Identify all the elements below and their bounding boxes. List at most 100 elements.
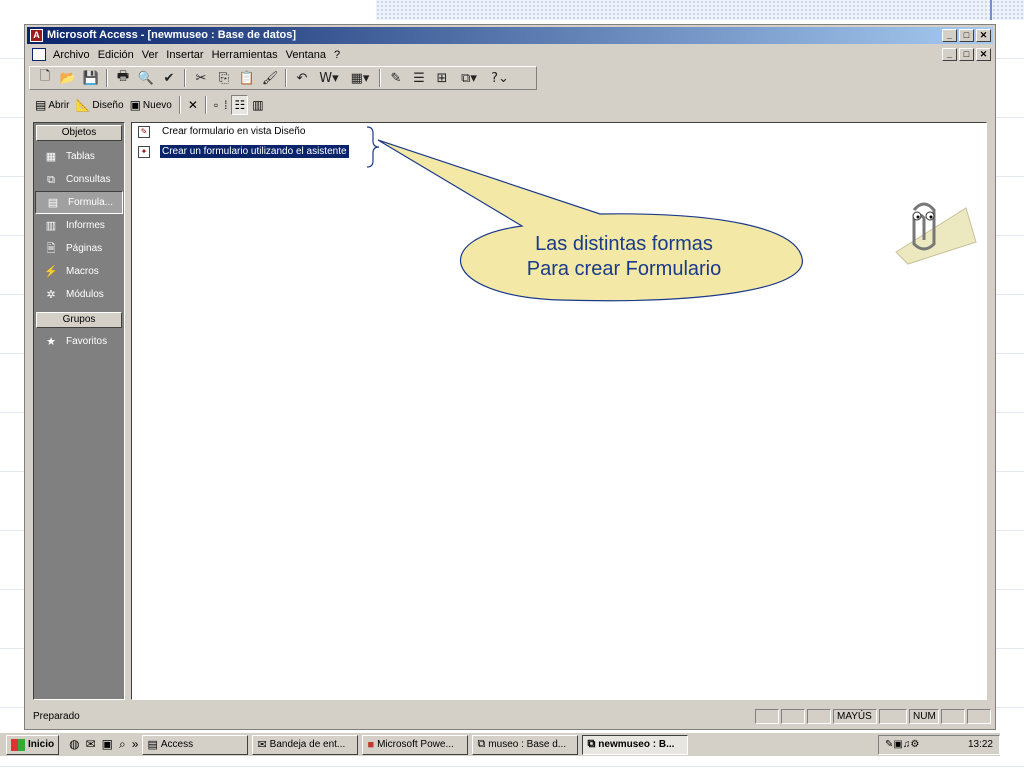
doc-restore-button[interactable]: □: [959, 48, 974, 61]
doc-close-button[interactable]: ✕: [976, 48, 991, 61]
window-title: Microsoft Access - [newmuseo : Base de d…: [47, 29, 296, 41]
analyze-icon[interactable]: ▦▾: [345, 68, 375, 88]
taskbar-button-label: newmuseo : B...: [598, 739, 675, 750]
design-button[interactable]: 📐 Diseño: [73, 95, 125, 115]
taskbar-button-access[interactable]: ▤ Access: [142, 734, 249, 755]
large-icons-button[interactable]: ▫: [212, 95, 220, 115]
database-icon: ⧉: [587, 738, 596, 750]
properties-icon[interactable]: ☰: [408, 68, 430, 88]
desktop-icon[interactable]: ▣: [102, 737, 113, 752]
object-item-label: Formula...: [68, 197, 114, 208]
query-icon: ⧉: [47, 173, 55, 186]
object-item-consultas[interactable]: ⧉ Consultas: [34, 168, 124, 191]
object-item-tablas[interactable]: ▦ Tablas: [34, 145, 124, 168]
menu-ver[interactable]: Ver: [138, 49, 163, 61]
menu-ventana[interactable]: Ventana: [282, 49, 330, 61]
groups-header-button[interactable]: Grupos: [36, 312, 122, 328]
status-panel: [941, 708, 965, 724]
office-links-icon[interactable]: W▾: [314, 68, 344, 88]
relationships-icon[interactable]: ⊞: [431, 68, 453, 88]
close-button[interactable]: ✕: [976, 29, 991, 42]
help-icon[interactable]: ?⌄: [485, 68, 515, 88]
taskbar-button-label: Bandeja de ent...: [269, 739, 346, 750]
object-item-informes[interactable]: ▥ Informes: [34, 214, 124, 237]
caption-buttons: _ □ ✕: [942, 29, 991, 42]
more-chevron-icon[interactable]: »: [132, 737, 139, 752]
save-icon[interactable]: 💾: [80, 68, 102, 88]
paste-icon[interactable]: 📋: [236, 68, 258, 88]
internet-explorer-icon[interactable]: ◍: [69, 737, 79, 752]
object-item-formularios[interactable]: ▤ Formula...: [35, 191, 123, 214]
start-button[interactable]: Inicio: [6, 734, 60, 755]
print-preview-icon[interactable]: 🔍: [135, 68, 157, 88]
callout-line-2: Para crear Formulario: [526, 258, 722, 280]
macro-icon: ⚡: [44, 265, 58, 278]
new-object-icon[interactable]: ⧉▾: [454, 68, 484, 88]
status-panel: [879, 708, 907, 724]
object-item-paginas[interactable]: 🗎 Páginas: [34, 237, 124, 260]
maximize-button[interactable]: □: [959, 29, 974, 42]
minimize-button[interactable]: _: [942, 29, 957, 42]
spelling-icon[interactable]: ✔: [158, 68, 180, 88]
menu-edicion[interactable]: Edición: [94, 49, 138, 61]
list-item-create-wizard[interactable]: ✦ Crear un formulario utilizando el asis…: [138, 144, 350, 159]
new-label: Nuevo: [142, 99, 172, 111]
report-icon: ▥: [45, 219, 57, 232]
design-label: Diseño: [92, 99, 124, 111]
undo-icon[interactable]: ↶: [291, 68, 313, 88]
copy-icon[interactable]: ⎘: [213, 68, 235, 88]
open-button[interactable]: ▤ Abrir: [33, 95, 71, 115]
database-window-icon[interactable]: [32, 48, 46, 61]
object-item-label: Tablas: [66, 151, 95, 162]
powerpoint-icon: ■: [367, 738, 375, 751]
menu-archivo[interactable]: Archivo: [49, 49, 94, 61]
new-object-button-icon: ▣: [129, 98, 141, 112]
taskbar-button-inbox[interactable]: ✉ Bandeja de ent...: [252, 734, 359, 755]
outlook-icon[interactable]: ✉: [86, 737, 96, 752]
code-icon[interactable]: ✎: [385, 68, 407, 88]
database-icon: ⧉: [477, 738, 486, 750]
new-button[interactable]: ▣ Nuevo: [128, 95, 174, 115]
open-folder-icon[interactable]: 📂: [57, 68, 79, 88]
list-item-create-design[interactable]: ✎ Crear formulario en vista Diseño: [138, 125, 307, 138]
menu-insertar[interactable]: Insertar: [162, 49, 207, 61]
list-item-label: Crear un formulario utilizando el asiste…: [159, 144, 350, 159]
taskbar-button-label: Microsoft Powe...: [377, 739, 454, 750]
delete-icon: ✕: [187, 98, 198, 112]
print-icon[interactable]: 🖶: [112, 68, 134, 88]
page-icon: 🗎: [46, 242, 56, 255]
group-item-favoritos[interactable]: ★ Favoritos: [34, 330, 124, 353]
doc-minimize-button[interactable]: _: [942, 48, 957, 61]
access-app-icon[interactable]: A: [30, 29, 43, 42]
slide-header-band: [376, 0, 1024, 20]
menu-help[interactable]: ?: [330, 49, 344, 61]
object-list: ✎ Crear formulario en vista Diseño ✦ Cre…: [131, 122, 987, 700]
details-view-button[interactable]: ▥: [250, 95, 265, 115]
search-icon[interactable]: ⌕: [119, 737, 126, 752]
new-file-icon[interactable]: 🗋: [34, 68, 56, 88]
list-view-button[interactable]: ☷: [231, 95, 249, 115]
taskbar-button-newmuseo[interactable]: ⧉ newmuseo : B...: [582, 734, 689, 755]
title-bar[interactable]: A Microsoft Access - [newmuseo : Base de…: [27, 27, 993, 44]
object-item-modulos[interactable]: ✲ Módulos: [34, 283, 124, 306]
object-item-label: Módulos: [66, 289, 104, 300]
group-item-label: Favoritos: [66, 336, 108, 347]
object-item-macros[interactable]: ⚡ Macros: [34, 260, 124, 283]
taskbar-button-museo[interactable]: ⧉ museo : Base d...: [472, 734, 579, 755]
delete-button[interactable]: ✕: [186, 95, 200, 115]
slide-accent-line: [990, 0, 992, 20]
format-painter-icon[interactable]: 🖌: [259, 68, 281, 88]
small-icons-button[interactable]: ⁞: [222, 95, 229, 115]
menu-herramientas[interactable]: Herramientas: [208, 49, 282, 61]
objects-header-button[interactable]: Objetos: [36, 125, 122, 141]
system-tray: ✎▣♫⚙ 13:22: [878, 734, 1000, 755]
office-assistant-clippy-icon[interactable]: [884, 190, 980, 270]
tray-icons[interactable]: ✎▣♫⚙: [885, 739, 919, 750]
cut-icon[interactable]: ✂: [190, 68, 212, 88]
taskbar-button-powerpoint[interactable]: ■ Microsoft Powe...: [362, 734, 469, 755]
database-window-toolbar: ▤ Abrir 📐 Diseño ▣ Nuevo ✕ ▫ ⁞ ☷ ▥: [29, 93, 309, 117]
objects-bar: Objetos ▦ Tablas ⧉ Consultas ▤ Formula..…: [33, 122, 125, 700]
callout-line-1: Las distintas formas: [535, 233, 713, 255]
form-icon: ▤: [47, 196, 59, 209]
object-item-label: Páginas: [66, 243, 103, 254]
